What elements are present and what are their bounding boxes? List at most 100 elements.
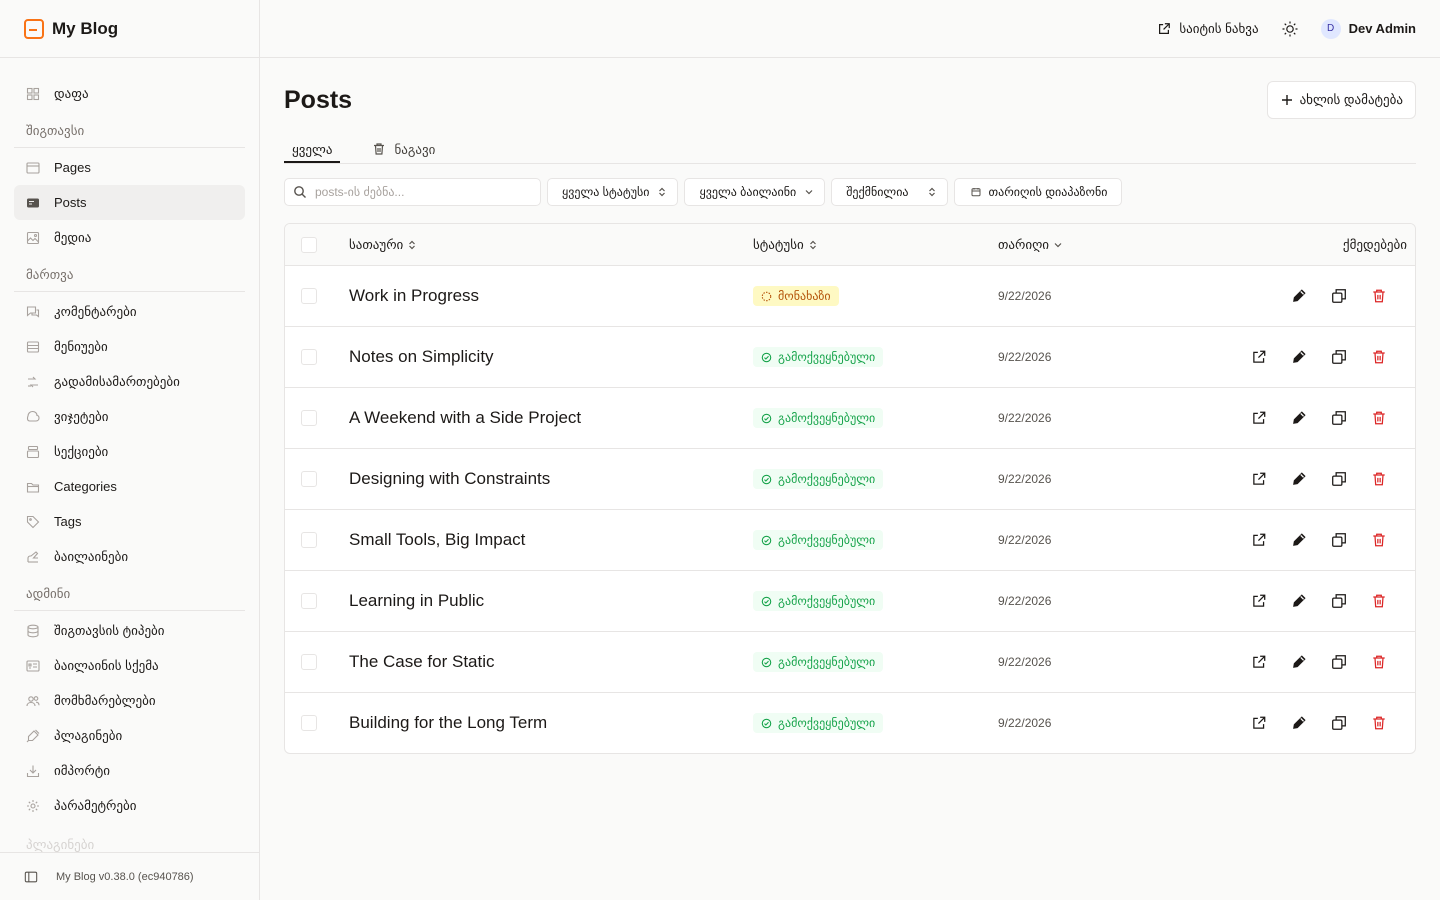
table-header-row: სათაური სტატუსი თარიღი ქმედებები — [285, 224, 1415, 265]
sidebar-item[interactable]: Tags — [14, 504, 245, 539]
sidebar-item[interactable]: გადამისამართებები — [14, 364, 245, 399]
edit-post-button[interactable] — [1291, 532, 1307, 548]
sidebar-item[interactable]: ბაილაინები — [14, 539, 245, 574]
duplicate-post-button[interactable] — [1331, 715, 1347, 731]
delete-post-button[interactable] — [1371, 532, 1387, 548]
select-all-checkbox[interactable] — [301, 236, 317, 253]
sidebar-item[interactable]: Pages — [14, 150, 245, 185]
sidebar-item[interactable]: მომხმარებლები — [14, 683, 245, 718]
sidebar-item[interactable]: Categories — [14, 469, 245, 504]
check-circle-icon — [761, 352, 772, 362]
delete-post-button[interactable] — [1371, 349, 1387, 365]
delete-post-button[interactable] — [1371, 471, 1387, 487]
brand[interactable]: My Blog — [0, 0, 259, 58]
row-checkbox[interactable] — [301, 654, 317, 670]
post-title-link[interactable]: Work in Progress — [349, 286, 479, 306]
sidebar-item[interactable]: ვიჯეტები — [14, 399, 245, 434]
edit-post-button[interactable] — [1291, 471, 1307, 487]
view-post-button[interactable] — [1251, 532, 1267, 548]
post-title-link[interactable]: The Case for Static — [349, 652, 495, 672]
filter-bar: ყველა სტატუსი ყველა ბაილაინი შექმნილია თ… — [284, 178, 1416, 208]
delete-post-button[interactable] — [1371, 288, 1387, 304]
duplicate-post-button[interactable] — [1331, 532, 1347, 548]
delete-icon — [1373, 533, 1385, 547]
tab-all[interactable]: ყველა — [284, 142, 341, 163]
sort-icon — [409, 240, 416, 249]
view-site-link[interactable]: საიტის ნახვა — [1157, 21, 1259, 37]
post-title-link[interactable]: Small Tools, Big Impact — [349, 530, 525, 550]
widget-icon — [26, 410, 40, 422]
sidebar-item[interactable]: მენიუები — [14, 329, 245, 364]
sidebar-item[interactable]: ბაილაინის სქემა — [14, 648, 245, 683]
view-post-button[interactable] — [1251, 471, 1267, 487]
sidebar-item[interactable]: იმპორტი — [14, 753, 245, 788]
add-new-button[interactable]: ახლის დამატება — [1266, 81, 1416, 119]
date-range-button[interactable]: თარიღის დიაპაზონი — [953, 178, 1123, 206]
row-checkbox[interactable] — [301, 532, 317, 548]
column-status-header[interactable]: სტატუსი — [753, 237, 818, 253]
row-actions — [1251, 532, 1387, 548]
sidebar-item[interactable]: სექციები — [14, 434, 245, 469]
post-title-link[interactable]: Notes on Simplicity — [349, 347, 494, 367]
row-checkbox[interactable] — [301, 715, 317, 731]
duplicate-post-button[interactable] — [1331, 593, 1347, 609]
row-checkbox[interactable] — [301, 593, 317, 609]
edit-post-button[interactable] — [1291, 349, 1307, 365]
view-post-button[interactable] — [1251, 715, 1267, 731]
brand-logo-icon — [24, 18, 44, 39]
column-actions-label: ქმედებები — [1342, 236, 1407, 252]
duplicate-post-button[interactable] — [1331, 654, 1347, 670]
sidebar-item[interactable]: შიგთავსის ტიპები — [14, 613, 245, 648]
duplicate-post-button[interactable] — [1331, 410, 1347, 426]
edit-post-button[interactable] — [1291, 593, 1307, 609]
media-icon — [26, 231, 40, 244]
row-checkbox[interactable] — [301, 288, 317, 304]
duplicate-post-button[interactable] — [1331, 471, 1347, 487]
post-title-link[interactable]: A Weekend with a Side Project — [349, 408, 581, 428]
edit-post-button[interactable] — [1291, 288, 1307, 304]
edit-post-button[interactable] — [1291, 715, 1307, 731]
byline-filter-select[interactable]: ყველა ბაილაინი — [684, 178, 826, 206]
sort-label: შექმნილია — [846, 185, 909, 199]
post-title-link[interactable]: Designing with Constraints — [349, 469, 550, 489]
status-badge-label: გამოქვეყნებული — [778, 533, 876, 547]
view-post-button[interactable] — [1251, 654, 1267, 670]
edit-post-button[interactable] — [1291, 410, 1307, 426]
delete-post-button[interactable] — [1371, 593, 1387, 609]
sidebar-item-0[interactable]: დაფა — [14, 76, 245, 111]
sort-select[interactable]: შექმნილია — [831, 178, 948, 206]
row-checkbox[interactable] — [301, 410, 317, 426]
sidebar-item[interactable]: პლაგინები — [14, 718, 245, 753]
sidebar-item[interactable]: კომენტარები — [14, 294, 245, 329]
theme-toggle-sun-icon[interactable] — [1281, 20, 1299, 38]
folder-icon — [26, 482, 40, 493]
column-title-header[interactable]: სათაური — [349, 237, 417, 253]
column-date-header[interactable]: თარიღი — [998, 237, 1063, 253]
sidebar-toggle-icon[interactable] — [24, 869, 38, 885]
page-title: Posts — [284, 85, 353, 114]
row-checkbox[interactable] — [301, 471, 317, 487]
tab-trash[interactable]: ნაგავი — [364, 142, 443, 164]
view-post-button[interactable] — [1251, 349, 1267, 365]
table-row: Work in Progress მონახაზი 9/22/2026 — [285, 265, 1415, 326]
duplicate-post-button[interactable] — [1331, 349, 1347, 365]
duplicate-icon — [1332, 533, 1346, 547]
delete-post-button[interactable] — [1371, 654, 1387, 670]
row-checkbox[interactable] — [301, 349, 317, 365]
duplicate-post-button[interactable] — [1331, 288, 1347, 304]
post-title-link[interactable]: Building for the Long Term — [349, 713, 547, 733]
search-input[interactable] — [315, 185, 525, 199]
delete-post-button[interactable] — [1371, 715, 1387, 731]
sidebar-item[interactable]: Posts — [14, 185, 245, 220]
delete-icon — [1373, 716, 1385, 730]
view-post-button[interactable] — [1251, 593, 1267, 609]
user-menu[interactable]: D Dev Admin — [1320, 18, 1416, 39]
sidebar-item[interactable]: პარამეტრები — [14, 788, 245, 823]
view-post-button[interactable] — [1251, 410, 1267, 426]
sidebar-item[interactable]: მედია — [14, 220, 245, 255]
edit-post-button[interactable] — [1291, 654, 1307, 670]
status-filter-select[interactable]: ყველა სტატუსი — [547, 178, 679, 206]
status-cell: მონახაზი — [753, 286, 839, 306]
post-title-link[interactable]: Learning in Public — [349, 591, 484, 611]
delete-post-button[interactable] — [1371, 410, 1387, 426]
